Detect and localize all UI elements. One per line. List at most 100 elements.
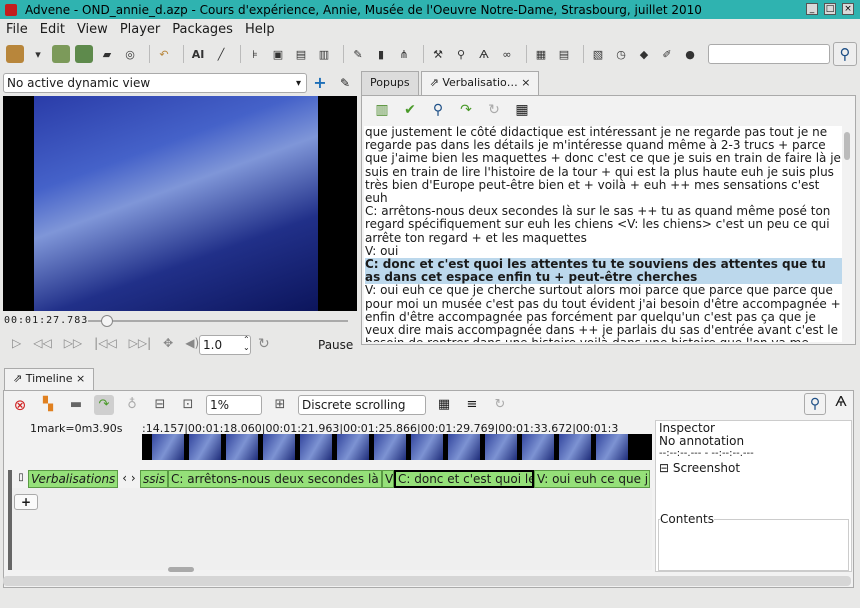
player-slider[interactable] [88, 320, 348, 322]
clock-icon[interactable]: ◷ [612, 45, 630, 63]
folder-icon[interactable]: ▰ [98, 45, 116, 63]
refresh-icon[interactable]: ↻ [484, 100, 504, 120]
tab-verbalisations[interactable]: ⇗ Verbalisatio… × [420, 71, 540, 95]
ted-icon[interactable]: ▦ [532, 45, 550, 63]
screenshot-expander[interactable]: ⊟ Screenshot [659, 461, 740, 475]
zoom-in-icon[interactable]: ⊞ [270, 395, 290, 415]
forward-icon[interactable]: ▷▷ [64, 336, 82, 350]
zoom-fit-icon[interactable]: ⊡ [178, 395, 198, 415]
volume-icon[interactable]: ◀) [185, 336, 199, 350]
add-view-icon[interactable]: + [311, 74, 329, 92]
pen-icon[interactable]: ╱ [212, 45, 230, 63]
rectangle-icon[interactable]: ▬ [66, 395, 86, 415]
close-icon[interactable]: × [842, 3, 854, 15]
transcribe-icon[interactable]: Ѧ [475, 45, 493, 63]
edit-icon[interactable]: ✎ [349, 45, 367, 63]
color-icon[interactable]: ▚ [38, 395, 58, 415]
menu-edit[interactable]: Edit [34, 22, 71, 37]
previous-icon[interactable]: |◁◁ [94, 336, 117, 350]
refresh-icon[interactable]: ↻ [490, 395, 510, 415]
annotation-type-label[interactable]: Verbalisations [28, 470, 118, 488]
search-input[interactable] [708, 44, 830, 64]
annotation-block[interactable]: ssis [140, 470, 168, 488]
snapshot-strip [142, 434, 652, 460]
media-icon[interactable]: ◎ [121, 45, 139, 63]
dynamic-view-select[interactable]: No active dynamic view [3, 73, 307, 93]
table-view-icon[interactable]: ▤ [292, 45, 310, 63]
minimize-icon[interactable]: _ [806, 3, 818, 15]
annotation-block[interactable]: C: arrêtons-nous deux secondes là [168, 470, 382, 488]
save-icon[interactable]: ▥ [372, 100, 392, 120]
annotation-lane[interactable] [8, 488, 652, 570]
book-icon[interactable]: ▮ [372, 45, 390, 63]
tree-view-icon[interactable]: ⊧ [246, 45, 264, 63]
screenshot-label: Screenshot [672, 461, 741, 475]
zoom-out-icon[interactable]: ⊟ [150, 395, 170, 415]
tab-timeline[interactable]: ⇗ Timeline × [4, 368, 95, 390]
play-icon[interactable]: ▷ [12, 336, 21, 350]
find-icon[interactable]: ⚲ [452, 45, 470, 63]
timeline-hscroll-thumb[interactable] [168, 567, 194, 572]
chevron-down-icon: ▾ [296, 78, 302, 89]
rewind-icon[interactable]: ◁◁ [33, 336, 51, 350]
menu-help[interactable]: Help [239, 22, 281, 37]
glasses-icon[interactable]: ∞ [498, 45, 516, 63]
undo-icon[interactable]: ↶ [155, 45, 173, 63]
next-icon[interactable]: ▷▷| [129, 336, 152, 350]
bottom-scrollbar[interactable] [3, 576, 851, 586]
fullscreen-icon[interactable]: ✥ [163, 336, 173, 350]
nav-arrows-icon[interactable]: ‹ › [118, 470, 140, 488]
dropdown-icon[interactable]: ▾ [29, 45, 47, 63]
menu-packages[interactable]: Packages [166, 22, 239, 37]
menu-player[interactable]: Player [114, 22, 166, 37]
script-icon[interactable]: ✐ [658, 45, 676, 63]
maximize-icon[interactable]: □ [824, 3, 836, 15]
scrolling-select[interactable]: Discrete scrolling [298, 395, 426, 415]
zoom-select[interactable]: 1% [206, 395, 262, 415]
open-icon[interactable] [6, 45, 24, 63]
player-slider-knob[interactable] [101, 315, 113, 327]
spinner-arrows-icon[interactable]: ⌃ ⌄ [243, 336, 250, 352]
delete-icon[interactable]: ⊗ [10, 395, 30, 415]
autoscroll-icon[interactable]: ↷ [94, 395, 114, 415]
bulb-icon[interactable]: ♁ [122, 395, 142, 415]
transcript-scroll-thumb[interactable] [844, 132, 850, 160]
search-icon[interactable]: ⚲ [804, 393, 826, 415]
ted-icon[interactable]: ▦ [434, 395, 454, 415]
timeline-hscroll[interactable] [142, 566, 652, 574]
layers-icon[interactable]: ≡ [462, 395, 482, 415]
tab-popups[interactable]: Popups [361, 71, 419, 95]
ted-icon[interactable]: ▦ [512, 100, 532, 120]
save-as-icon[interactable] [75, 45, 93, 63]
window-view-icon[interactable]: ▣ [269, 45, 287, 63]
annotation-block[interactable]: V [382, 470, 394, 488]
tab-icon: ⇗ [429, 76, 443, 89]
tools-icon[interactable]: ⚒ [429, 45, 447, 63]
menu-view[interactable]: View [71, 22, 114, 37]
record-icon[interactable]: ● [681, 45, 699, 63]
close-icon[interactable]: × [73, 372, 85, 385]
transcribe-icon[interactable]: Ѧ [830, 393, 852, 415]
video-player[interactable] [3, 96, 357, 311]
edit-view-icon[interactable]: ✎ [336, 74, 354, 92]
browser-icon[interactable]: ▧ [589, 45, 607, 63]
close-icon[interactable]: × [518, 76, 530, 89]
search-icon[interactable]: ⚲ [428, 100, 448, 120]
annotation-block-selected[interactable]: C: donc et c'est quoi le [394, 470, 534, 488]
goto-icon[interactable]: ↷ [456, 100, 476, 120]
save-icon[interactable] [52, 45, 70, 63]
annotation-block[interactable]: V: oui euh ce que j [534, 470, 650, 488]
validate-icon[interactable]: ✔ [400, 100, 420, 120]
search-icon[interactable]: ⚲ [833, 42, 857, 66]
menu-file[interactable]: File [0, 22, 34, 37]
note-icon[interactable]: ▤ [555, 45, 573, 63]
list-view-icon[interactable]: ▥ [315, 45, 333, 63]
tag-icon[interactable]: ◆ [635, 45, 653, 63]
structure-icon[interactable]: ⋔ [395, 45, 413, 63]
add-annotation-type-button[interactable]: + [14, 494, 38, 510]
transcript-text[interactable]: que justement le côté didactique est int… [364, 126, 842, 342]
refresh-icon[interactable]: ↻ [258, 336, 270, 352]
type-menu-icon[interactable]: ▯ [14, 470, 28, 488]
text-tool-icon[interactable]: AI [189, 45, 207, 63]
contents-box[interactable]: Contents [658, 512, 849, 571]
